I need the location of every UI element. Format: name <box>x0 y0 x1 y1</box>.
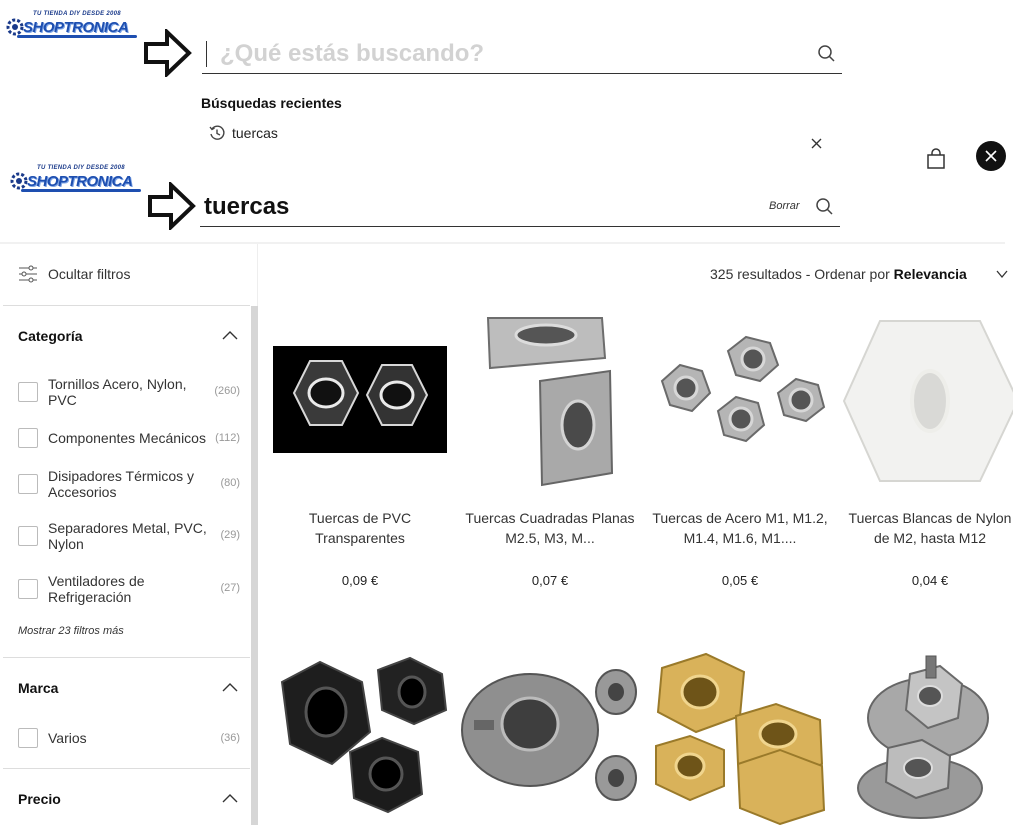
search-query: tuercas <box>204 193 290 220</box>
divider <box>3 768 250 769</box>
product-title[interactable]: Tuercas de PVC Transparentes <box>270 508 450 548</box>
close-icon[interactable] <box>811 138 822 149</box>
history-icon <box>209 125 225 140</box>
search-placeholder: ¿Qué estás buscando? <box>220 40 485 67</box>
divider <box>3 305 250 306</box>
bag-icon[interactable] <box>926 148 946 170</box>
checkbox[interactable] <box>18 428 38 448</box>
product-image-steel-nuts[interactable] <box>650 313 830 488</box>
logo-swoosh <box>21 189 141 192</box>
product-price: 0,09 € <box>341 573 379 588</box>
search-input[interactable]: tuercas Borrar <box>200 190 840 227</box>
results-count: 325 resultados <box>710 266 802 282</box>
store-tagline: TU TIENDA DIY DESDE 2008 <box>33 11 121 17</box>
arrow-right-icon <box>148 182 196 230</box>
filter-option-count: (27) <box>220 582 240 594</box>
filter-option-label: Componentes Mecánicos <box>48 430 206 446</box>
checkbox[interactable] <box>18 526 38 546</box>
product-price: 0,05 € <box>721 573 759 588</box>
logo-swoosh <box>17 35 137 38</box>
gear-logo-icon <box>6 18 24 36</box>
product-image-square-nuts[interactable] <box>460 313 640 488</box>
hide-filters-button[interactable]: Ocultar filtros <box>18 264 178 284</box>
checkbox[interactable] <box>18 579 38 599</box>
filter-option-label: Separadores Metal, PVC, Nylon <box>48 520 207 552</box>
chevron-up-icon[interactable] <box>222 330 238 340</box>
product-image-slotted-nuts[interactable] <box>460 652 640 825</box>
filter-option-count: (36) <box>220 732 240 744</box>
filter-option-count: (80) <box>220 477 240 489</box>
filter-option-varios[interactable]: Varios (36) <box>18 728 240 750</box>
product-title[interactable]: Tuercas Blancas de Nylon de M2, hasta M1… <box>840 508 1013 548</box>
filter-option-label: Varios <box>48 730 87 746</box>
sort-select[interactable]: Relevancia <box>894 266 967 282</box>
product-price: 0,04 € <box>911 573 949 588</box>
recent-search-item[interactable]: tuercas <box>208 124 328 142</box>
show-more-filters-link[interactable]: Mostrar 23 filtros más <box>18 625 124 637</box>
recent-searches-heading: Búsquedas recientes <box>201 95 342 111</box>
filter-option-count: (29) <box>220 529 240 541</box>
filter-price-title[interactable]: Precio <box>18 791 61 807</box>
close-circle-icon <box>985 150 997 162</box>
checkbox[interactable] <box>18 728 38 748</box>
filter-option-componentes[interactable]: Componentes Mecánicos (112) <box>18 428 240 450</box>
store-name-2: SHOPTRONICA <box>27 173 133 190</box>
results-summary: 325 resultados - Ordenar por Relevancia <box>710 266 967 282</box>
filter-category-title[interactable]: Categoría <box>18 328 83 344</box>
product-image-pvc-nuts[interactable] <box>270 313 450 488</box>
store-tagline-2: TU TIENDA DIY DESDE 2008 <box>37 165 125 171</box>
store-name: SHOPTRONICA <box>23 19 129 36</box>
hide-filters-label: Ocultar filtros <box>48 266 131 282</box>
text-cursor <box>206 41 207 67</box>
search-icon[interactable] <box>815 197 835 217</box>
checkbox[interactable] <box>18 474 38 494</box>
chevron-down-icon[interactable] <box>996 268 1008 280</box>
product-price: 0,07 € <box>531 573 569 588</box>
gear-logo-icon <box>10 172 28 190</box>
chevron-up-icon[interactable] <box>222 793 238 803</box>
product-image-black-nuts[interactable] <box>270 652 450 825</box>
filter-option-count: (112) <box>215 432 240 444</box>
store-logo-2[interactable]: TU TIENDA DIY DESDE 2008 SHOPTRONICA <box>9 165 147 192</box>
divider <box>3 657 250 658</box>
filter-option-label: Ventiladores de Refrigeración <box>48 573 145 605</box>
recent-search-label: tuercas <box>232 125 278 141</box>
filter-brand-title[interactable]: Marca <box>18 680 58 696</box>
product-title[interactable]: Tuercas de Acero M1, M1.2, M1.4, M1.6, M… <box>650 508 830 548</box>
product-image-brass-nuts[interactable] <box>650 652 830 825</box>
filter-option-ventiladores[interactable]: Ventiladores de Refrigeración (27) <box>18 573 240 607</box>
filter-sliders-icon <box>19 265 37 283</box>
product-image-nylon-nuts[interactable] <box>840 313 1013 488</box>
store-logo[interactable]: TU TIENDA DIY DESDE 2008 SHOPTRONICA <box>5 11 143 38</box>
product-image-flange-nuts[interactable] <box>840 648 1010 825</box>
arrow-right-icon <box>144 29 192 77</box>
filters-sidebar: Ocultar filtros Categoría Tornillos Acer… <box>3 244 258 825</box>
filter-option-tornillos[interactable]: Tornillos Acero, Nylon, PVC (260) <box>18 376 240 410</box>
product-title[interactable]: Tuercas Cuadradas Planas M2.5, M3, M... <box>460 508 640 548</box>
filter-option-label: Disipadores Térmicos y Accesorios <box>48 468 195 500</box>
search-input-overlay[interactable]: ¿Qué estás buscando? <box>202 38 842 74</box>
search-icon[interactable] <box>817 44 837 64</box>
sort-prefix: - Ordenar por <box>805 266 890 282</box>
filter-option-count: (260) <box>214 385 240 397</box>
clear-search-button[interactable]: Borrar <box>769 200 800 212</box>
sidebar-scrollbar[interactable] <box>251 306 258 825</box>
filter-option-disipadores[interactable]: Disipadores Térmicos y Accesorios (80) <box>18 468 240 502</box>
chevron-up-icon[interactable] <box>222 682 238 692</box>
filter-option-label: Tornillos Acero, Nylon, PVC <box>48 376 187 408</box>
close-overlay-button[interactable] <box>976 141 1006 171</box>
filter-option-separadores[interactable]: Separadores Metal, PVC, Nylon (29) <box>18 520 240 554</box>
checkbox[interactable] <box>18 382 38 402</box>
